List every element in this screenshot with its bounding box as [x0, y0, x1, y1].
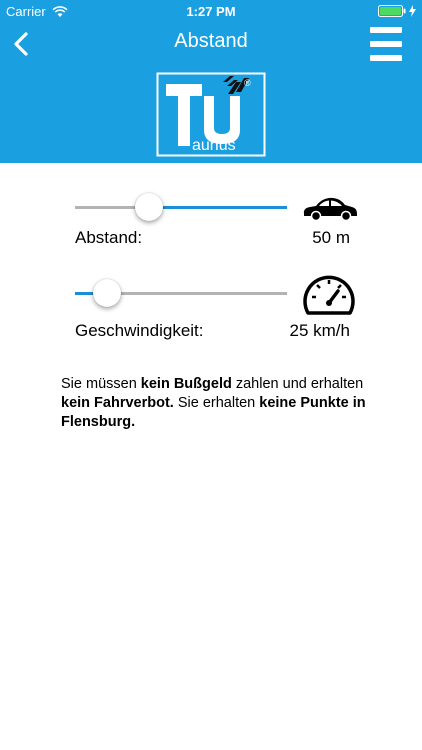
result-bold-fine: kein Bußgeld	[140, 376, 232, 392]
hamburger-menu-icon	[370, 27, 402, 33]
speed-slider-thumb[interactable]	[93, 279, 121, 307]
charging-bolt-icon	[409, 5, 416, 17]
result-bold-ban: kein Fahrverbot.	[61, 395, 174, 411]
menu-button[interactable]	[370, 27, 402, 61]
distance-track-max	[149, 206, 287, 209]
result-part-3: Sie erhalten	[173, 395, 260, 411]
status-time: 1:27 PM	[186, 4, 236, 19]
result-text: Sie müssen kein Bußgeld zahlen und erhal…	[61, 375, 371, 432]
speed-label: Geschwindigkeit:	[75, 321, 204, 340]
logo-subtext: aunus	[192, 137, 236, 154]
distance-label: Abstand:	[75, 228, 143, 247]
battery-icon	[378, 5, 406, 17]
nav-bar: Abstand	[0, 22, 422, 66]
registered-mark: ®	[244, 78, 251, 88]
speed-slider[interactable]	[75, 279, 287, 307]
hamburger-bar	[370, 41, 402, 47]
hamburger-bar	[370, 55, 402, 61]
result-part-1: Sie müssen	[61, 376, 141, 392]
status-bar: Carrier 1:27 PM	[0, 0, 422, 22]
battery-group	[378, 5, 416, 17]
speed-track-max	[107, 292, 287, 295]
distance-slider-thumb[interactable]	[135, 193, 163, 221]
speedometer-icon	[303, 275, 355, 315]
speed-value: 25 km/h	[289, 321, 350, 340]
result-part-2: zahlen und erhalten	[231, 376, 364, 392]
car-icon	[303, 197, 357, 222]
page-title: Abstand	[174, 30, 248, 52]
distance-value: 50 m	[312, 228, 350, 247]
tu-taunus-logo: ® aunus	[156, 72, 266, 157]
logo-banner: ® aunus	[0, 66, 422, 163]
distance-slider[interactable]	[75, 193, 287, 221]
